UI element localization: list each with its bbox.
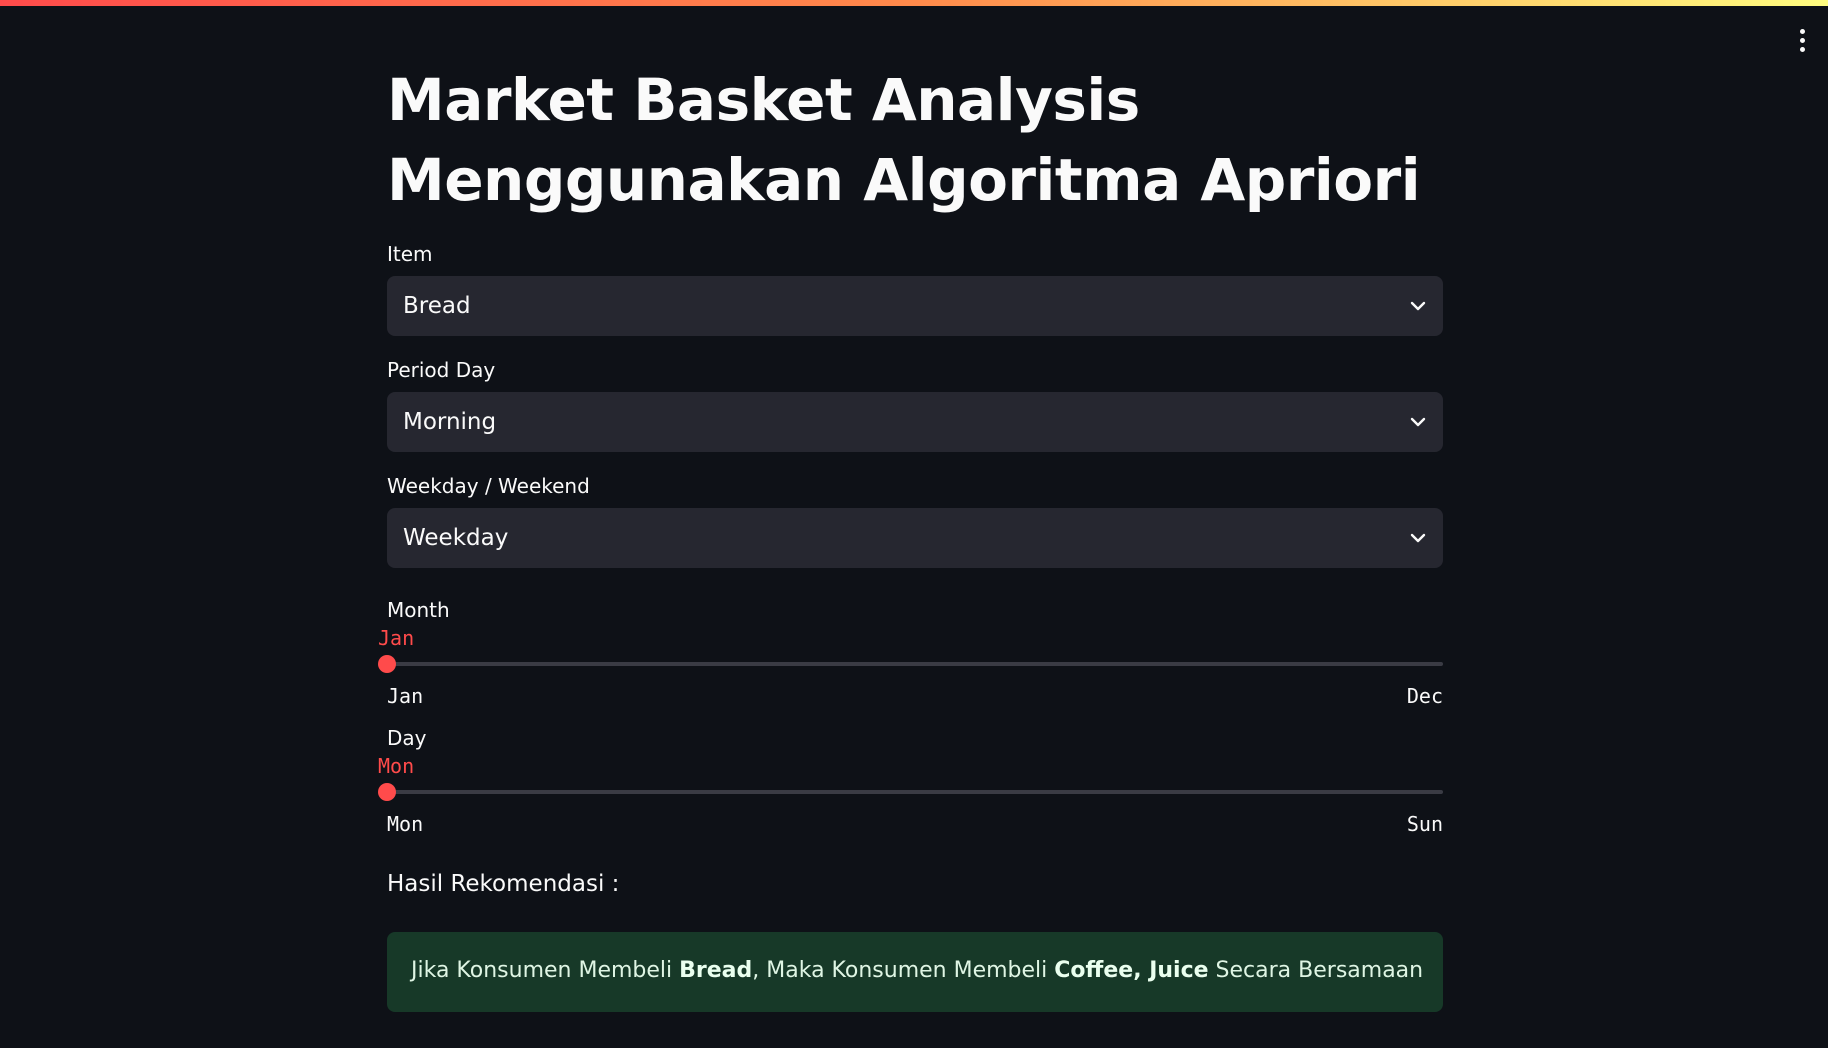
day-slider-value: Mon: [378, 754, 415, 778]
month-slider-track[interactable]: [387, 662, 1443, 666]
item-select-value: Bread: [403, 293, 471, 319]
main-content: Market Basket Analysis Menggunakan Algor…: [378, 60, 1443, 1012]
result-middle: , Maka Konsumen Membeli: [752, 958, 1055, 983]
month-slider-thumb[interactable]: [378, 655, 396, 673]
month-slider[interactable]: Jan Jan Dec: [378, 598, 1443, 708]
weekday-weekend-label: Weekday / Weekend: [387, 474, 590, 498]
month-slider-min: Jan: [387, 684, 424, 708]
result-consequent: Coffee, Juice: [1054, 958, 1209, 983]
top-decoration-bar: [0, 0, 1828, 6]
chevron-down-icon: [1409, 297, 1427, 315]
period-day-label: Period Day: [387, 358, 496, 382]
item-label: Item: [387, 242, 433, 266]
chevron-down-icon: [1409, 529, 1427, 547]
day-slider-min: Mon: [387, 812, 424, 836]
result-heading: Hasil Rekomendasi :: [387, 871, 620, 897]
day-slider[interactable]: Mon Mon Sun: [378, 726, 1443, 836]
weekday-weekend-select-value: Weekday: [403, 525, 509, 551]
result-antecedent: Bread: [679, 958, 753, 983]
month-slider-value: Jan: [378, 626, 415, 650]
result-suffix: Secara Bersamaan: [1208, 958, 1424, 983]
result-prefix: Jika Konsumen Membeli: [411, 958, 680, 983]
main-menu-button[interactable]: [1790, 22, 1814, 58]
day-slider-max: Sun: [1406, 812, 1443, 836]
kebab-menu-icon: [1799, 28, 1805, 52]
month-slider-max: Dec: [1406, 684, 1443, 708]
chevron-down-icon: [1409, 413, 1427, 431]
result-success-box: Jika Konsumen Membeli Bread, Maka Konsum…: [387, 932, 1443, 1012]
period-day-select[interactable]: Morning: [387, 392, 1443, 452]
day-slider-thumb[interactable]: [378, 783, 396, 801]
period-day-select-value: Morning: [403, 409, 497, 435]
weekday-weekend-select[interactable]: Weekday: [387, 508, 1443, 568]
item-select[interactable]: Bread: [387, 276, 1443, 336]
page-title: Market Basket Analysis Menggunakan Algor…: [387, 66, 1421, 214]
day-slider-track[interactable]: [387, 790, 1443, 794]
